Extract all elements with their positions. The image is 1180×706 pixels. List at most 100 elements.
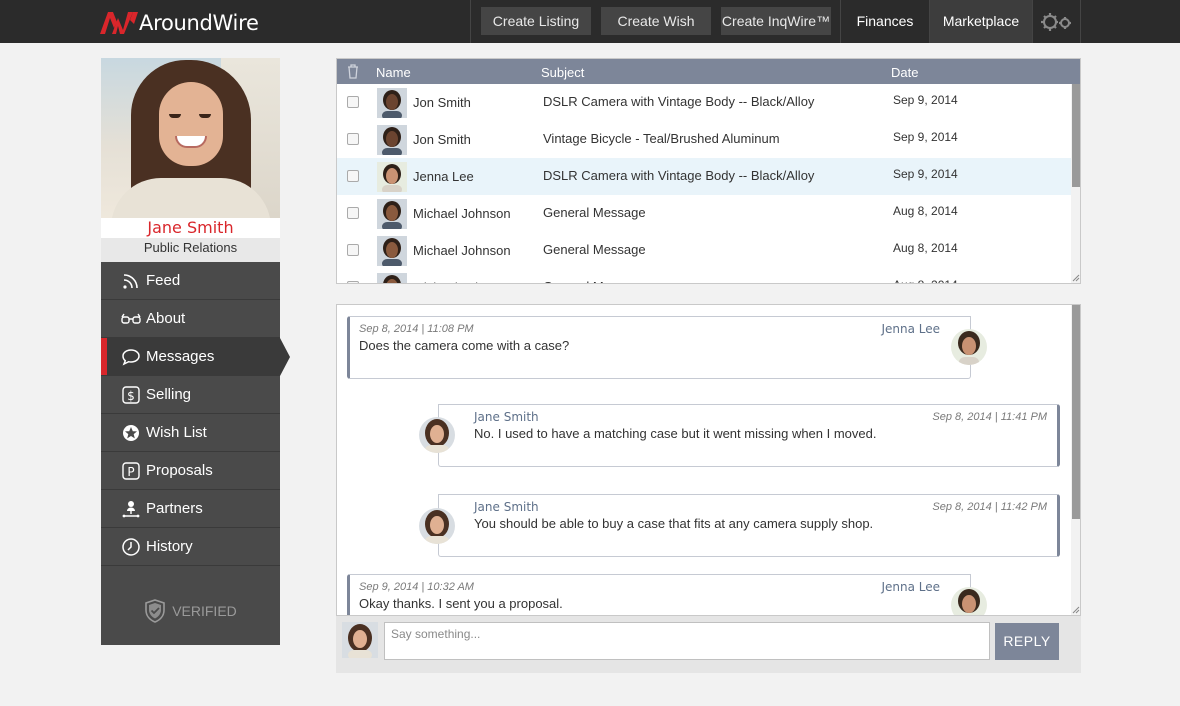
verified-badge: VERIFIED xyxy=(101,596,280,626)
menu-item-selling[interactable]: $ Selling xyxy=(101,376,280,414)
menu-item-label: Partners xyxy=(146,500,203,517)
speech-bubble-icon xyxy=(122,348,140,366)
top-bar: AroundWire Create Listing Create Wish Cr… xyxy=(0,0,1180,43)
nav-finances[interactable]: Finances xyxy=(841,0,929,43)
chat-message: Jane Smith Sep 8, 2014 | 11:42 PM You sh… xyxy=(438,494,1060,557)
table-row[interactable]: Jon Smith DSLR Camera with Vintage Body -… xyxy=(337,84,1071,121)
row-subject: DSLR Camera with Vintage Body -- Black/A… xyxy=(543,168,815,183)
menu-item-wish-list[interactable]: Wish List xyxy=(101,414,280,452)
avatar xyxy=(377,236,407,268)
message-list-scroll-thumb[interactable] xyxy=(1072,84,1080,187)
message-timestamp: Sep 8, 2014 | 11:08 PM xyxy=(359,323,474,335)
star-badge-icon xyxy=(123,424,139,441)
message-text: Okay thanks. I sent you a proposal. xyxy=(359,596,563,611)
avatar xyxy=(377,199,407,231)
menu-item-feed[interactable]: Feed xyxy=(101,262,280,300)
nav-divider xyxy=(1032,0,1033,43)
menu-item-history[interactable]: History xyxy=(101,528,280,566)
row-checkbox[interactable] xyxy=(347,207,359,219)
resize-grip-icon[interactable] xyxy=(1072,274,1080,282)
svg-text:P: P xyxy=(127,465,134,479)
avatar xyxy=(377,162,407,194)
row-checkbox[interactable] xyxy=(347,170,359,182)
create-listing-button[interactable]: Create Listing xyxy=(481,7,591,35)
person-network-icon xyxy=(122,500,140,517)
row-sender-name: Michael Johnson xyxy=(413,280,511,283)
avatar[interactable] xyxy=(951,587,987,615)
chat-message: Jane Smith Sep 8, 2014 | 11:41 PM No. I … xyxy=(438,404,1060,467)
conversation-panel: Sep 8, 2014 | 11:08 PM Jenna Lee Does th… xyxy=(336,304,1081,616)
message-input[interactable] xyxy=(384,622,990,660)
avatar xyxy=(377,125,407,157)
row-checkbox[interactable] xyxy=(347,281,359,283)
message-rows: Jon Smith DSLR Camera with Vintage Body -… xyxy=(337,84,1071,283)
menu-item-label: History xyxy=(146,538,193,555)
conversation-scroll-thumb[interactable] xyxy=(1072,305,1080,519)
nav-divider xyxy=(470,0,471,43)
menu-item-messages[interactable]: Messages xyxy=(101,338,290,376)
menu-item-label: Selling xyxy=(146,386,192,403)
proposal-p-icon: P xyxy=(122,461,140,480)
resize-grip-icon[interactable] xyxy=(1072,606,1080,614)
row-sender-name: Jon Smith xyxy=(413,132,471,147)
table-row[interactable]: Michael Johnson General Message Aug 8, 201… xyxy=(337,195,1071,232)
row-sender-name: Michael Johnson xyxy=(413,206,511,221)
row-checkbox[interactable] xyxy=(347,96,359,108)
svg-text:$: $ xyxy=(127,389,135,403)
row-checkbox[interactable] xyxy=(347,244,359,256)
chat-message: Sep 8, 2014 | 11:08 PM Jenna Lee Does th… xyxy=(347,316,971,379)
create-wish-button[interactable]: Create Wish xyxy=(601,7,711,35)
row-subject: General Message xyxy=(543,205,646,220)
profile-title: Public Relations xyxy=(101,238,280,262)
menu-item-label: Wish List xyxy=(146,424,207,441)
avatar xyxy=(377,273,407,283)
column-header-date[interactable]: Date xyxy=(891,65,918,80)
message-text: No. I used to have a matching case but i… xyxy=(474,426,877,441)
row-checkbox[interactable] xyxy=(347,133,359,145)
reply-button[interactable]: REPLY xyxy=(995,623,1059,660)
menu-item-label: Feed xyxy=(146,272,181,289)
message-sender[interactable]: Jane Smith xyxy=(474,500,539,514)
brand-name: AroundWire xyxy=(139,11,259,35)
avatar-jane-icon xyxy=(419,508,455,544)
avatar xyxy=(377,88,407,120)
message-timestamp: Sep 9, 2014 | 10:32 AM xyxy=(359,581,474,593)
nav-marketplace[interactable]: Marketplace xyxy=(930,0,1032,43)
message-list-header: Name Subject Date xyxy=(337,59,1080,84)
row-subject: General Message xyxy=(543,242,646,257)
message-sender[interactable]: Jane Smith xyxy=(474,410,539,424)
create-inqwire-button[interactable]: Create InqWire™ xyxy=(721,7,831,35)
menu-item-proposals[interactable]: P Proposals xyxy=(101,452,280,490)
message-text: Does the camera come with a case? xyxy=(359,338,570,353)
row-date: Sep 9, 2014 xyxy=(893,93,958,107)
table-row[interactable]: Michael Johnson General Message Aug 8, 201… xyxy=(337,269,1071,283)
message-sender[interactable]: Jenna Lee xyxy=(881,322,940,336)
gears-icon[interactable] xyxy=(1034,10,1078,34)
logo[interactable]: AroundWire xyxy=(100,9,259,37)
message-timestamp: Sep 8, 2014 | 11:41 PM xyxy=(932,411,1047,423)
row-subject: Vintage Bicycle - Teal/Brushed Aluminum xyxy=(543,131,780,146)
row-date: Aug 8, 2014 xyxy=(893,204,958,218)
table-row[interactable]: Jon Smith Vintage Bicycle - Teal/Brushed … xyxy=(337,121,1071,158)
table-row[interactable]: Michael Johnson General Message Aug 8, 201… xyxy=(337,232,1071,269)
reply-composer: REPLY xyxy=(336,616,1081,673)
trash-icon[interactable] xyxy=(347,64,359,79)
row-sender-name: Jon Smith xyxy=(413,95,471,110)
row-subject: DSLR Camera with Vintage Body -- Black/A… xyxy=(543,94,815,109)
menu-item-label: Messages xyxy=(146,348,215,365)
avatar[interactable] xyxy=(419,417,455,453)
table-row[interactable]: Jenna Lee DSLR Camera with Vintage Body -… xyxy=(337,158,1071,195)
avatar[interactable] xyxy=(951,329,987,365)
clock-icon xyxy=(122,537,140,556)
column-header-name[interactable]: Name xyxy=(376,65,411,80)
message-timestamp: Sep 8, 2014 | 11:42 PM xyxy=(932,501,1047,513)
column-header-subject[interactable]: Subject xyxy=(541,65,584,80)
glasses-icon xyxy=(121,313,141,324)
profile-menu: Feed About Messages $ Selling Wish List … xyxy=(101,262,290,645)
profile-photo[interactable] xyxy=(101,58,280,218)
menu-item-about[interactable]: About xyxy=(101,300,280,338)
avatar-jenna-icon xyxy=(951,329,987,365)
menu-item-partners[interactable]: Partners xyxy=(101,490,280,528)
message-sender[interactable]: Jenna Lee xyxy=(881,580,940,594)
avatar[interactable] xyxy=(419,508,455,544)
